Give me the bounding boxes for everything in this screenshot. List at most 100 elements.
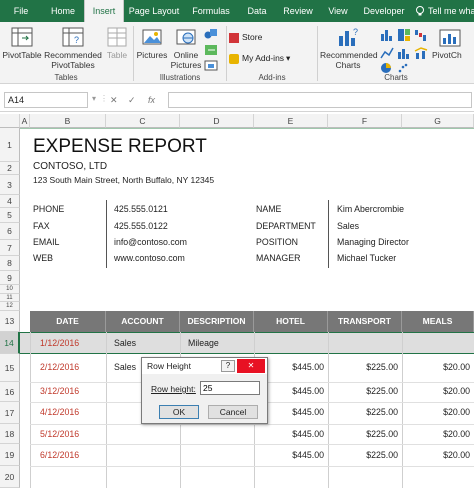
row-header-6[interactable]: 6: [0, 223, 20, 240]
pivotchart-button[interactable]: PivotCh: [432, 26, 474, 60]
row-header-19[interactable]: 19: [0, 444, 20, 466]
cancel-edit-icon[interactable]: ✕: [110, 95, 118, 106]
row-height-label-text: Row height:: [151, 384, 196, 394]
help-button[interactable]: ?: [221, 360, 235, 372]
table-button[interactable]: Table: [104, 26, 130, 60]
row-header-3[interactable]: 3: [0, 175, 20, 195]
screenshot-button[interactable]: [204, 60, 222, 72]
cancel-button[interactable]: Cancel: [208, 405, 258, 419]
cell-account[interactable]: Sales: [114, 338, 136, 348]
tab-developer[interactable]: Developer: [356, 0, 412, 22]
cell-date[interactable]: 1/12/2016: [40, 338, 79, 348]
hierarchy-chart-button[interactable]: [397, 28, 411, 42]
cell-date[interactable]: 2/12/2016: [40, 362, 79, 372]
table-header-account: ACCOUNT: [106, 311, 180, 332]
cell-meals[interactable]: $20.00: [402, 362, 470, 372]
tab-view[interactable]: View: [320, 0, 356, 22]
statistic-chart-button[interactable]: [397, 46, 411, 60]
cell-date[interactable]: 3/12/2016: [40, 386, 79, 396]
tab-page-layout[interactable]: Page Layout: [124, 0, 184, 22]
formula-input[interactable]: [168, 92, 472, 108]
tab-data[interactable]: Data: [238, 0, 276, 22]
row-header-10[interactable]: 10: [0, 285, 20, 294]
report-title: EXPENSE REPORT: [33, 136, 207, 157]
column-header-c[interactable]: C: [106, 114, 180, 128]
row-header-18[interactable]: 18: [0, 424, 20, 444]
insert-function-icon[interactable]: fx: [148, 95, 155, 105]
recommended-pivottables-button[interactable]: ? Recommended PivotTables: [44, 26, 102, 70]
column-header-d[interactable]: D: [180, 114, 254, 128]
row-header-11[interactable]: 11: [0, 294, 20, 302]
cell-description[interactable]: Mileage: [188, 338, 219, 348]
name-box-dropdown-icon[interactable]: ▾: [92, 94, 96, 103]
addins-icon: [229, 53, 239, 64]
cell-hotel[interactable]: $445.00: [254, 429, 324, 439]
cell-meals[interactable]: $20.00: [402, 429, 470, 439]
store-label: Store: [242, 32, 263, 42]
column-header-e[interactable]: E: [254, 114, 328, 128]
line-chart-button[interactable]: [380, 46, 394, 60]
recommended-pivottables-icon: ?: [62, 27, 84, 47]
store-button[interactable]: Store: [229, 30, 262, 44]
row-header-1[interactable]: 1: [0, 128, 20, 162]
row-header-14[interactable]: 14: [0, 332, 20, 354]
recommended-pivottables-label-1: Recommended: [44, 50, 102, 60]
cell-date[interactable]: 6/12/2016: [40, 450, 79, 460]
cell-meals[interactable]: $20.00: [402, 386, 470, 396]
cell-date[interactable]: 4/12/2016: [40, 407, 79, 417]
contact-label-fax: FAX: [33, 221, 50, 231]
cell-meals[interactable]: $20.00: [402, 407, 470, 417]
recommended-charts-label-2: Charts: [335, 60, 361, 70]
column-chart-icon: [381, 30, 392, 41]
row-header-20[interactable]: 20: [0, 466, 20, 488]
tab-home[interactable]: Home: [42, 0, 84, 22]
ribbon-insert: PivotTable ? Recommended PivotTables Tab…: [0, 22, 474, 84]
recommended-charts-button[interactable]: ? Recommended Charts: [320, 26, 378, 70]
combo-chart-button[interactable]: [414, 46, 428, 60]
row-header-15[interactable]: 15: [0, 354, 20, 382]
select-all-corner[interactable]: [0, 114, 20, 128]
cell-transport[interactable]: $225.00: [328, 362, 398, 372]
store-icon: [229, 32, 239, 43]
tab-review[interactable]: Review: [276, 0, 320, 22]
tab-insert[interactable]: Insert: [84, 0, 124, 22]
row-header-2[interactable]: 2: [0, 162, 20, 175]
row-header-13[interactable]: 13: [0, 311, 20, 332]
online-pictures-button[interactable]: Online Pictures: [170, 26, 202, 70]
cell-account[interactable]: Sales: [114, 362, 136, 372]
cell-hotel[interactable]: $445.00: [254, 450, 324, 460]
tell-me-search[interactable]: Tell me wha: [428, 0, 474, 22]
row-header-12[interactable]: 12: [0, 302, 20, 311]
row-header-7[interactable]: 7: [0, 240, 20, 256]
row-header-16[interactable]: 16: [0, 382, 20, 402]
tab-file[interactable]: File: [0, 0, 42, 22]
cell-transport[interactable]: $225.00: [328, 407, 398, 417]
column-header-b[interactable]: B: [30, 114, 106, 128]
my-addins-button[interactable]: My Add-ins ▾: [229, 51, 290, 65]
cell-date[interactable]: 5/12/2016: [40, 429, 79, 439]
row-header-8[interactable]: 8: [0, 256, 20, 271]
pivottable-button[interactable]: PivotTable: [2, 26, 42, 60]
cell-transport[interactable]: $225.00: [328, 429, 398, 439]
tab-formulas[interactable]: Formulas: [184, 0, 238, 22]
row-header-17[interactable]: 17: [0, 402, 20, 424]
column-chart-button[interactable]: [380, 28, 394, 42]
row-header-4[interactable]: 4: [0, 195, 20, 208]
row-header-5[interactable]: 5: [0, 208, 20, 223]
pictures-button[interactable]: Pictures: [136, 26, 168, 60]
name-box[interactable]: A14: [4, 92, 88, 108]
ok-button[interactable]: OK: [159, 405, 199, 419]
confirm-edit-icon[interactable]: ✓: [128, 95, 136, 106]
row-height-input[interactable]: [200, 381, 260, 395]
column-header-g[interactable]: G: [402, 114, 474, 128]
waterfall-chart-button[interactable]: [414, 28, 428, 42]
shapes-button[interactable]: [204, 28, 222, 42]
smartart-button[interactable]: [204, 44, 222, 58]
cell-transport[interactable]: $225.00: [328, 450, 398, 460]
cell-transport[interactable]: $225.00: [328, 386, 398, 396]
row-header-9[interactable]: 9: [0, 271, 20, 285]
cell-meals[interactable]: $20.00: [402, 450, 470, 460]
close-button[interactable]: ✕: [237, 359, 265, 373]
column-header-f[interactable]: F: [328, 114, 402, 128]
column-header-a[interactable]: A: [20, 114, 30, 128]
